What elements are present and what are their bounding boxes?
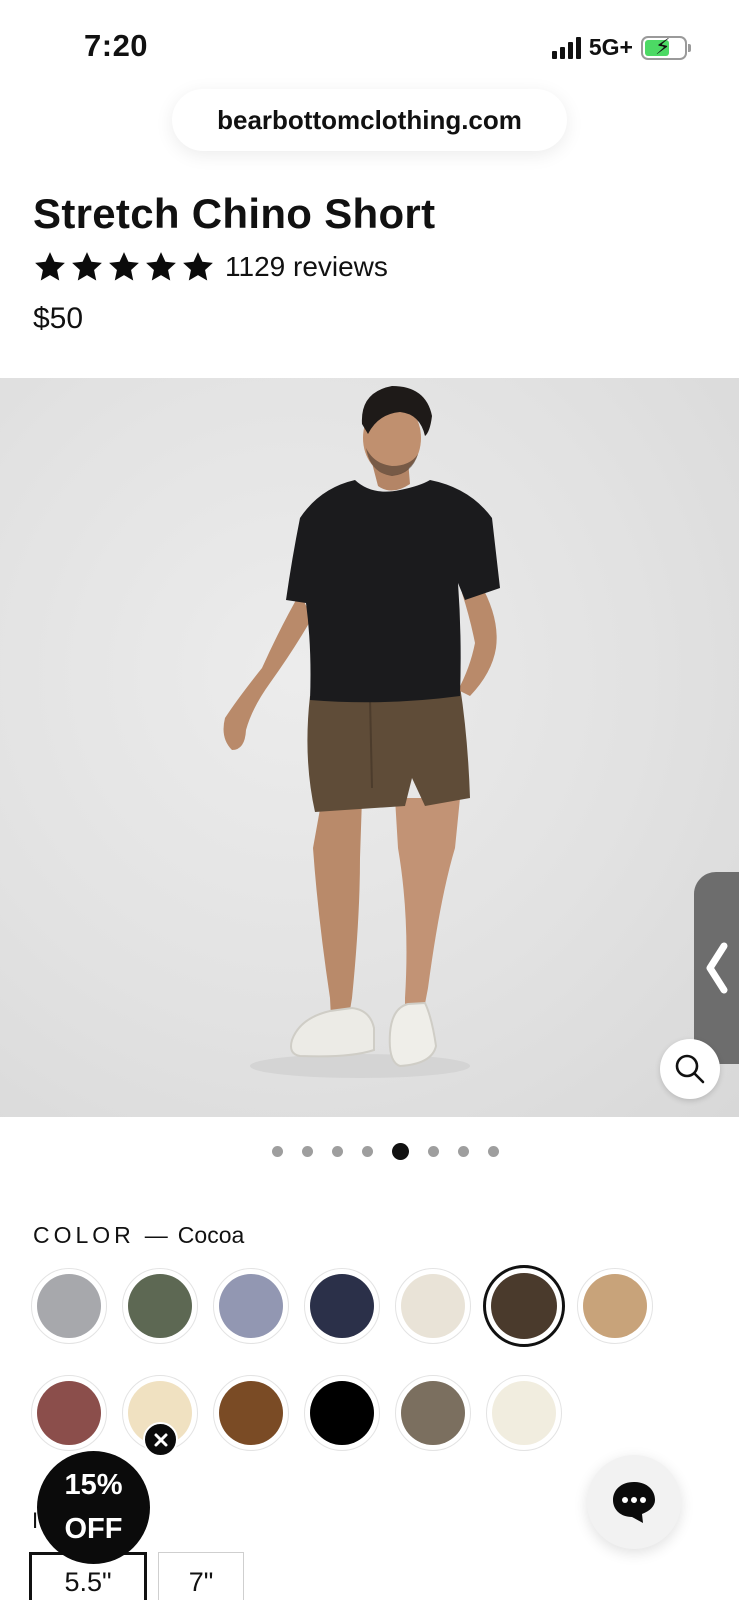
star-icon [146,252,176,281]
color-swatch-fill [401,1274,465,1338]
color-swatch[interactable] [483,1265,565,1347]
color-swatch[interactable] [304,1268,380,1344]
discount-off: OFF [64,1512,123,1545]
color-swatch-fill [310,1381,374,1445]
color-swatch[interactable] [577,1268,653,1344]
pagination-dot[interactable] [428,1146,439,1157]
pagination-dot[interactable] [332,1146,343,1157]
color-swatch-fill [401,1381,465,1445]
pagination-dot[interactable] [392,1143,409,1160]
color-swatch-fill [37,1381,101,1445]
network-type: 5G+ [588,34,633,60]
pagination-dot[interactable] [272,1146,283,1157]
color-label: COLOR — Cocoa [33,1222,244,1249]
product-price: $50 [33,302,84,335]
color-swatch-fill [492,1381,556,1445]
length-option-label: 7" [188,1566,214,1597]
signal-icon [551,36,581,59]
zoom-button[interactable] [660,1039,720,1099]
color-swatch-fill [491,1273,557,1339]
status-bar: 7:20 5G+ ⚡ [0,0,739,90]
pagination-dot[interactable] [458,1146,469,1157]
length-option-7[interactable]: 7" [158,1552,244,1600]
gallery-side-tab[interactable] [694,872,739,1064]
chevron-left-icon [706,942,727,994]
color-swatch[interactable] [213,1268,289,1344]
pagination-dot[interactable] [362,1146,373,1157]
pagination-dot[interactable] [488,1146,499,1157]
pagination-dot[interactable] [302,1146,313,1157]
rating-row[interactable]: 1129 reviews [33,250,388,284]
model-photo [223,386,500,1078]
color-swatch-fill [128,1274,192,1338]
color-swatch-fill [219,1381,283,1445]
color-swatch[interactable] [486,1375,562,1451]
status-time: 7:20 [84,28,149,63]
color-swatch-fill [219,1274,283,1338]
discount-percent: 15% [64,1469,123,1501]
discount-close-button[interactable] [143,1422,178,1457]
review-count[interactable]: 1129 reviews [225,251,388,283]
color-swatch-fill [37,1274,101,1338]
product-title: Stretch Chino Short [33,190,436,237]
color-heading: COLOR [33,1222,135,1248]
color-swatch[interactable] [31,1375,107,1451]
color-swatch[interactable] [395,1268,471,1344]
star-rating [33,250,215,284]
product-image[interactable] [0,378,739,1117]
battery-icon: ⚡ [641,34,691,60]
color-swatch[interactable] [304,1375,380,1451]
star-icon [72,252,102,281]
color-swatch[interactable] [122,1268,198,1344]
status-indicators: 5G+ ⚡ [551,34,691,61]
selected-color-name: Cocoa [177,1222,245,1248]
length-option-label: 5.5" [64,1566,112,1597]
color-swatch-fill [583,1274,647,1338]
discount-badge[interactable]: 15% OFF [37,1451,150,1564]
star-icon [35,252,65,281]
address-bar[interactable]: bearbottomclothing.com [172,89,567,151]
star-icon [183,252,213,281]
close-icon [154,1433,167,1446]
color-swatch[interactable] [213,1375,289,1451]
search-icon [675,1054,705,1084]
star-icon [109,252,139,281]
color-swatch-fill [310,1274,374,1338]
gallery-pagination [0,1143,739,1160]
color-swatch[interactable] [395,1375,471,1451]
chat-button[interactable] [587,1455,681,1549]
color-swatch[interactable] [31,1268,107,1344]
chat-bubble-icon [613,1482,655,1523]
color-separator: — [144,1222,168,1248]
